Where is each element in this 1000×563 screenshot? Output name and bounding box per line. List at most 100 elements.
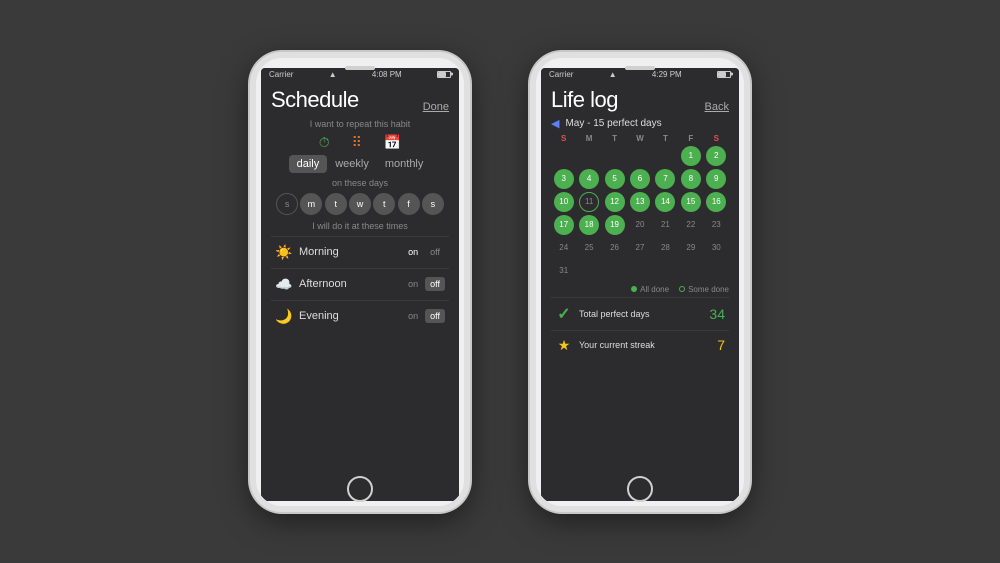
- phone-schedule: Carrier ▲ 4:08 PM Schedule Done I want t…: [250, 52, 470, 512]
- day-w[interactable]: w: [349, 193, 371, 215]
- calendar-legend: All done Some done: [551, 285, 729, 294]
- cal-day-2[interactable]: 2: [704, 145, 729, 167]
- cal-empty: [653, 145, 678, 167]
- weekly-button[interactable]: weekly: [327, 155, 377, 173]
- afternoon-toggle: on off: [403, 277, 445, 291]
- done-button[interactable]: Done: [423, 101, 449, 113]
- morning-row: ☀️ Morning on off: [271, 236, 449, 268]
- back-button[interactable]: Back: [705, 101, 729, 113]
- cal-day-19[interactable]: 19: [602, 214, 627, 236]
- repeat-label: I want to repeat this habit: [271, 119, 449, 129]
- day-m[interactable]: m: [300, 193, 322, 215]
- lifelog-screen: Carrier ▲ 4:29 PM Life log Back ◀ May - …: [541, 68, 739, 501]
- current-streak-row: ★ Your current streak 7: [551, 330, 729, 360]
- cal-day-17[interactable]: 17: [551, 214, 576, 236]
- prev-month-button[interactable]: ◀: [551, 117, 559, 130]
- frequency-icons: ⏱ ⠿ 📅: [271, 134, 449, 151]
- phone-speaker: [345, 66, 375, 70]
- times-section: ☀️ Morning on off ☁️ Afternoon on off: [271, 236, 449, 332]
- phone-home-button[interactable]: [347, 476, 373, 502]
- cal-day-21[interactable]: 21: [653, 214, 678, 236]
- phone-home-button-2[interactable]: [627, 476, 653, 502]
- cal-day-26[interactable]: 26: [602, 237, 627, 259]
- cal-day-24[interactable]: 24: [551, 237, 576, 259]
- legend-dot-filled: [631, 286, 637, 292]
- cal-day-31[interactable]: 31: [551, 260, 576, 282]
- cal-empty: [576, 145, 601, 167]
- day-f[interactable]: f: [398, 193, 420, 215]
- cal-row-6: 31: [551, 260, 729, 282]
- current-streak-value: 7: [717, 337, 725, 353]
- day-s1[interactable]: s: [276, 193, 298, 215]
- cal-day-8[interactable]: 8: [678, 168, 703, 190]
- star-icon: ★: [555, 337, 573, 354]
- day-t2[interactable]: t: [373, 193, 395, 215]
- schedule-title: Schedule: [271, 87, 359, 113]
- legend-dot-outline: [679, 286, 685, 292]
- cal-day-30[interactable]: 30: [704, 237, 729, 259]
- cal-day-22[interactable]: 22: [678, 214, 703, 236]
- morning-on[interactable]: on: [403, 245, 423, 259]
- cal-day-25[interactable]: 25: [576, 237, 601, 259]
- time-display: 4:08 PM: [372, 70, 402, 79]
- day-t1[interactable]: t: [325, 193, 347, 215]
- cal-day-10[interactable]: 10: [551, 191, 576, 213]
- grid-icon: ⠿: [352, 134, 362, 151]
- evening-off[interactable]: off: [425, 309, 445, 323]
- wifi-signal-2: ▲: [609, 70, 617, 79]
- legend-all-done: All done: [631, 285, 669, 294]
- monthly-button[interactable]: monthly: [377, 155, 432, 173]
- afternoon-off[interactable]: off: [425, 277, 445, 291]
- clock-icon: ⏱: [319, 134, 330, 151]
- cal-day-13[interactable]: 13: [627, 191, 652, 213]
- cal-day-29[interactable]: 29: [678, 237, 703, 259]
- cal-day-1[interactable]: 1: [678, 145, 703, 167]
- afternoon-on[interactable]: on: [403, 277, 423, 291]
- lifelog-content: Life log Back ◀ May - 15 perfect days S …: [541, 81, 739, 501]
- cal-row-1: 1 2: [551, 145, 729, 167]
- afternoon-label: Afternoon: [299, 278, 403, 290]
- cal-row-2: 3 4 5 6 7 8 9: [551, 168, 729, 190]
- cal-day-6[interactable]: 6: [627, 168, 652, 190]
- cal-day-28[interactable]: 28: [653, 237, 678, 259]
- cal-row-3: 10 11 12 13 14 15 16: [551, 191, 729, 213]
- cal-day-15[interactable]: 15: [678, 191, 703, 213]
- cal-day-3[interactable]: 3: [551, 168, 576, 190]
- cal-row-5: 24 25 26 27 28 29 30: [551, 237, 729, 259]
- cal-empty: [678, 260, 703, 282]
- cal-empty: [602, 145, 627, 167]
- cal-empty: [704, 260, 729, 282]
- morning-off[interactable]: off: [425, 245, 445, 259]
- cal-day-14[interactable]: 14: [653, 191, 678, 213]
- cal-day-mon: M: [576, 134, 601, 143]
- status-icons-2: [717, 71, 731, 78]
- evening-icon: 🌙: [275, 308, 293, 325]
- cal-day-wed: W: [627, 134, 652, 143]
- cal-day-16[interactable]: 16: [704, 191, 729, 213]
- cal-day-4[interactable]: 4: [576, 168, 601, 190]
- cal-day-23[interactable]: 23: [704, 214, 729, 236]
- cal-day-27[interactable]: 27: [627, 237, 652, 259]
- evening-toggle: on off: [403, 309, 445, 323]
- cal-day-7[interactable]: 7: [653, 168, 678, 190]
- morning-toggle: on off: [403, 245, 445, 259]
- frequency-buttons: daily weekly monthly: [271, 155, 449, 173]
- evening-on[interactable]: on: [403, 309, 423, 323]
- cal-day-5[interactable]: 5: [602, 168, 627, 190]
- total-perfect-days-value: 34: [709, 306, 725, 322]
- days-label: on these days: [271, 178, 449, 188]
- cal-day-tue: T: [602, 134, 627, 143]
- cal-day-18[interactable]: 18: [576, 214, 601, 236]
- cal-empty: [627, 145, 652, 167]
- cal-day-20[interactable]: 20: [627, 214, 652, 236]
- evening-row: 🌙 Evening on off: [271, 300, 449, 332]
- day-s2[interactable]: s: [422, 193, 444, 215]
- cal-day-fri: F: [678, 134, 703, 143]
- cal-empty: [576, 260, 601, 282]
- cal-empty: [551, 145, 576, 167]
- cal-day-11[interactable]: 11: [576, 191, 601, 213]
- daily-button[interactable]: daily: [289, 155, 328, 173]
- battery-icon: [437, 71, 451, 78]
- cal-day-9[interactable]: 9: [704, 168, 729, 190]
- cal-day-12[interactable]: 12: [602, 191, 627, 213]
